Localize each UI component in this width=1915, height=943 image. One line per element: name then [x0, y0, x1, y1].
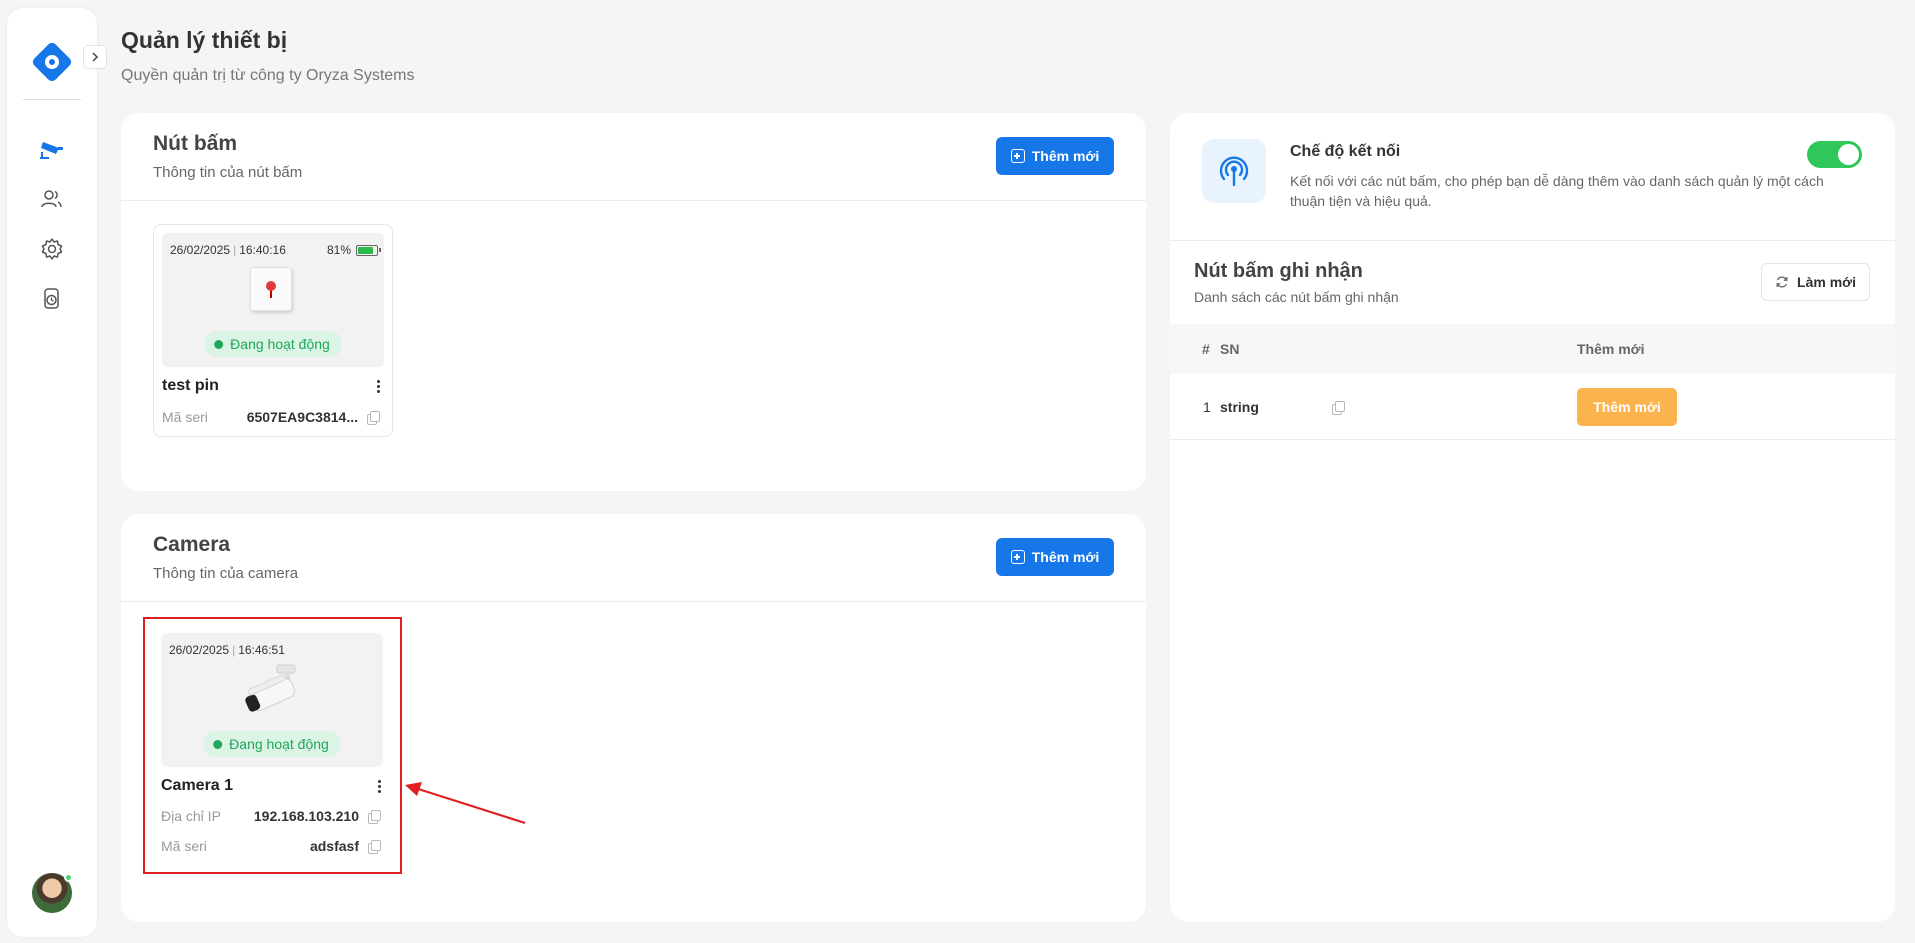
- recorded-buttons-title: Nút bấm ghi nhận: [1194, 260, 1363, 282]
- app-logo[interactable]: [27, 37, 77, 87]
- plus-square-icon: [1010, 550, 1025, 564]
- device-serial-row: Mã seri 6507EA9C3814...: [162, 409, 380, 425]
- connection-mode-description: Kết nối với các nút bấm, cho phép bạn dễ…: [1290, 173, 1824, 209]
- highlight-box: [143, 617, 402, 874]
- sidebar-item-settings[interactable]: [37, 234, 67, 264]
- sidebar: [7, 8, 107, 937]
- device-timestamp: 26/02/2025 | 16:40:16: [170, 243, 286, 257]
- column-header-sn: SN: [1220, 341, 1240, 357]
- users-icon: [41, 190, 62, 208]
- connection-card: Chế độ kết nối Kết nối với các nút bấm, …: [1170, 113, 1895, 922]
- broadcast-icon: [1219, 156, 1249, 187]
- device-name: test pin: [162, 377, 219, 394]
- section-divider: [1170, 240, 1895, 241]
- card-subtitle: Thông tin của nút bấm: [153, 164, 303, 181]
- sidebar-collapse-button[interactable]: [83, 45, 107, 69]
- device-tile-button[interactable]: 26/02/2025 | 16:40:16 81% Đang hoạt động t…: [153, 224, 393, 437]
- connection-icon-box: [1202, 139, 1266, 203]
- device-clock-icon: [44, 288, 59, 309]
- connection-mode-title: Chế độ kết nối: [1290, 143, 1401, 160]
- chevron-right-icon: [92, 52, 99, 62]
- add-button-device-button[interactable]: Thêm mới: [996, 137, 1114, 175]
- battery-indicator: 81%: [326, 243, 381, 257]
- sidebar-item-users[interactable]: [37, 184, 67, 214]
- status-badge: Đang hoạt động: [204, 331, 342, 357]
- card-divider: [121, 200, 1146, 201]
- more-options-icon[interactable]: [376, 380, 380, 393]
- refresh-icon: [1776, 276, 1788, 288]
- page-title: Quản lý thiết bị: [121, 27, 288, 53]
- table-header: # SN Thêm mới: [1170, 324, 1895, 374]
- sidebar-divider: [23, 99, 81, 100]
- table-row: 1 string Thêm mới: [1170, 374, 1895, 440]
- sidebar-item-devices[interactable]: [37, 134, 67, 164]
- annotation-arrow: [405, 782, 526, 825]
- status-dot-icon: [214, 339, 224, 349]
- row-index: 1: [1203, 398, 1211, 415]
- column-header-action: Thêm mới: [1577, 341, 1645, 357]
- connection-mode-toggle[interactable]: [1807, 141, 1862, 168]
- device-time: 16:40:16: [239, 243, 286, 257]
- device-preview: 26/02/2025 | 16:40:16 81% Đang hoạt động: [162, 233, 384, 367]
- row-sn: string: [1220, 398, 1259, 415]
- serial-value: 6507EA9C3814...: [246, 409, 358, 425]
- add-recorded-button[interactable]: Thêm mới: [1577, 387, 1677, 426]
- plus-square-icon: [1010, 149, 1025, 163]
- button-label: Thêm mới: [1031, 549, 1100, 565]
- battery-percent: 81%: [326, 243, 351, 257]
- button-label: Thêm mới: [1031, 148, 1100, 164]
- column-header-index: #: [1202, 341, 1210, 357]
- online-status-dot: [64, 873, 73, 882]
- device-date: 26/02/2025: [170, 243, 231, 257]
- buttons-card: Nút bấm Thông tin của nút bấm Thêm mới 2…: [121, 113, 1146, 491]
- settings-icon: [41, 238, 63, 260]
- serial-label: Mã seri: [162, 409, 208, 425]
- page-subtitle: Quyền quản trị từ công ty Oryza Systems: [121, 67, 415, 84]
- recorded-buttons-subtitle: Danh sách các nút bấm ghi nhận: [1194, 289, 1399, 305]
- card-title: Nút bấm: [153, 132, 237, 155]
- card-title: Camera: [153, 533, 231, 556]
- user-avatar[interactable]: [32, 873, 73, 913]
- add-camera-button[interactable]: Thêm mới: [996, 538, 1114, 576]
- sidebar-item-schedule[interactable]: [37, 284, 67, 314]
- camera-icon: [40, 142, 63, 159]
- battery-icon: [356, 244, 381, 256]
- refresh-label: Làm mới: [1797, 274, 1856, 290]
- card-subtitle: Thông tin của camera: [153, 565, 299, 582]
- panic-button-image: [250, 267, 292, 311]
- status-label: Đang hoạt động: [230, 336, 330, 352]
- copy-icon[interactable]: [367, 411, 380, 425]
- refresh-button[interactable]: Làm mới: [1761, 263, 1870, 301]
- copy-icon[interactable]: [1332, 400, 1345, 415]
- card-divider: [121, 601, 1146, 602]
